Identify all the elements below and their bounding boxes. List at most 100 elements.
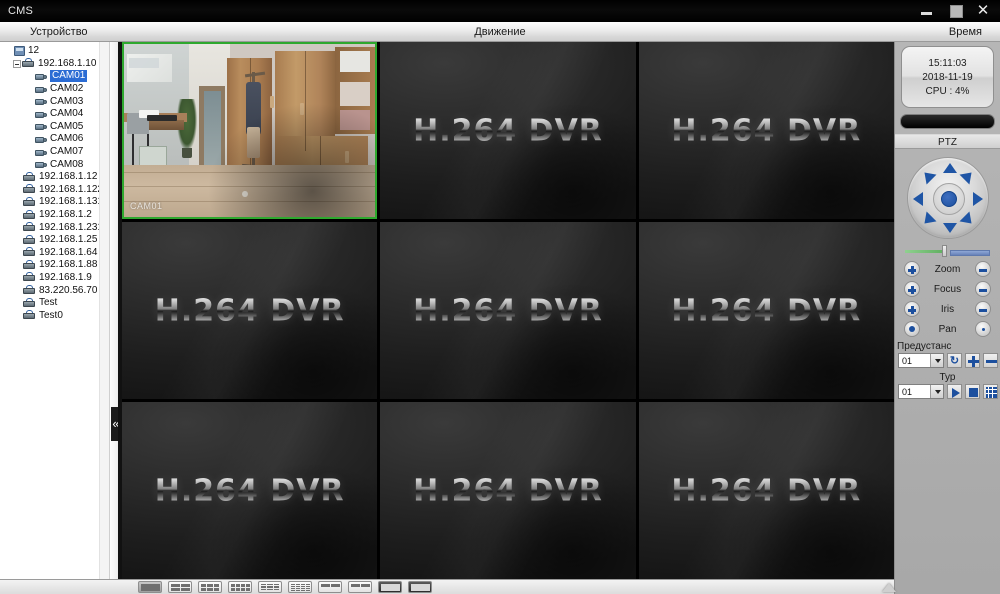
iris-open-button[interactable] <box>904 301 920 317</box>
video-cell-empty[interactable]: H.264 DVR <box>380 402 636 579</box>
video-cell-empty[interactable]: H.264 DVR <box>122 222 378 399</box>
tree-device-node[interactable]: 192.168.1.25 <box>2 234 109 247</box>
ptz-down-left-icon[interactable] <box>919 211 936 229</box>
layout-extra-button[interactable] <box>408 581 432 593</box>
dvr-icon <box>23 184 36 194</box>
tree-root-node[interactable]: 12 <box>2 45 109 58</box>
video-cell-empty[interactable]: H.264 DVR <box>638 222 894 399</box>
ptz-center-button[interactable] <box>940 191 957 207</box>
ptz-up-left-icon[interactable] <box>919 167 936 185</box>
preset-row: 01 ↻ <box>898 353 998 368</box>
menu-strip: Устройство Движение Время <box>0 22 1000 42</box>
tree-device-node[interactable]: 192.168.1.10 <box>2 58 109 71</box>
zoom-out-button[interactable] <box>975 261 991 277</box>
ptz-speed-track-right <box>950 250 990 256</box>
collapse-toggle-icon[interactable] <box>13 59 21 68</box>
tree-device-node[interactable]: Test0 <box>2 309 109 322</box>
ptz-zoom-row: Zoom <box>904 261 991 277</box>
layout-6-button[interactable] <box>198 581 222 593</box>
tree-device-node[interactable]: 192.168.1.9 <box>2 272 109 285</box>
tree-device-label: 192.168.1.64 <box>39 246 98 258</box>
ptz-down-right-icon[interactable] <box>959 211 976 229</box>
dvr-icon <box>23 247 36 257</box>
layout-1-button[interactable] <box>138 581 162 593</box>
camera-icon <box>35 72 47 81</box>
start-tour-button[interactable] <box>947 384 962 399</box>
tree-camera-node[interactable]: CAM06 <box>2 133 109 146</box>
add-preset-button[interactable] <box>965 353 980 368</box>
pan-stop-button[interactable] <box>974 321 991 337</box>
tree-camera-node[interactable]: CAM01 <box>2 70 109 83</box>
tab-motion[interactable]: Движение <box>0 22 1000 42</box>
stop-tour-button[interactable] <box>965 384 980 399</box>
dvr-icon <box>23 259 36 270</box>
live-video-scene <box>124 44 376 217</box>
ptz-down-icon[interactable] <box>942 223 957 233</box>
refresh-icon: ↻ <box>949 355 960 367</box>
close-icon[interactable]: ✕ <box>976 3 990 18</box>
tree-device-node[interactable]: 192.168.1.231 <box>2 221 109 234</box>
sidebar-scrollbar[interactable] <box>99 42 109 594</box>
ptz-joystick[interactable] <box>906 157 989 239</box>
tree-device-node[interactable]: 192.168.1.88 <box>2 259 109 272</box>
iris-close-button[interactable] <box>975 301 991 317</box>
tree-device-node[interactable]: 192.168.1.122 <box>2 184 109 197</box>
video-cell-empty[interactable]: H.264 DVR <box>380 222 636 399</box>
video-grid[interactable]: CAM01 H.264 DVR H.264 DVR H.264 DVR H.264 DV… <box>122 42 894 579</box>
focus-out-button[interactable] <box>974 281 991 297</box>
tree-camera-label: CAM02 <box>50 83 84 95</box>
tour-section-label: Тур <box>939 372 956 383</box>
device-tree[interactable]: 12 192.168.1.10 CAM01 CAM02 CAM03 CAM04 CAM05 C… <box>0 42 109 322</box>
camera-icon <box>35 148 47 157</box>
tree-device-node[interactable]: 192.168.1.131 <box>2 196 109 209</box>
video-cell-empty[interactable]: H.264 DVR <box>380 42 636 219</box>
dvr-icon <box>23 222 36 232</box>
preset-select[interactable]: 01 <box>898 353 944 368</box>
tree-camera-node[interactable]: CAM02 <box>2 83 109 96</box>
ptz-speed-thumb[interactable] <box>942 245 948 257</box>
layout-9-button[interactable] <box>258 581 282 593</box>
device-tree-sidebar[interactable]: 12 192.168.1.10 CAM01 CAM02 CAM03 CAM04 CAM05 C… <box>0 42 110 594</box>
focus-in-button[interactable] <box>904 281 920 297</box>
ptz-up-icon[interactable] <box>942 163 957 173</box>
layout-full-button[interactable] <box>378 581 402 593</box>
tree-device-node[interactable]: 83.220.56.70 <box>2 284 109 297</box>
layout-toolbar[interactable] <box>122 579 894 594</box>
tree-device-node[interactable]: 192.168.1.64 <box>2 247 109 260</box>
video-cell-empty[interactable]: H.264 DVR <box>638 42 894 219</box>
pan-start-button[interactable] <box>904 321 920 337</box>
tree-camera-node[interactable]: CAM07 <box>2 146 109 159</box>
tree-camera-node[interactable]: CAM03 <box>2 95 109 108</box>
layout-wide-1-button[interactable] <box>318 581 342 593</box>
maximize-button[interactable] <box>948 4 963 18</box>
minimize-button[interactable] <box>920 4 934 18</box>
ptz-left-icon[interactable] <box>912 192 923 206</box>
tree-camera-node[interactable]: CAM08 <box>2 158 109 171</box>
tree-device-node[interactable]: Test <box>2 297 109 310</box>
layout-8-button[interactable] <box>228 581 252 593</box>
layout-wide-2-button[interactable] <box>348 581 372 593</box>
goto-preset-button[interactable]: ↻ <box>947 353 962 368</box>
tree-device-node[interactable]: 192.168.1.2 <box>2 209 109 222</box>
tree-device-node[interactable]: 192.168.1.12 <box>2 171 109 184</box>
video-cell-empty[interactable]: H.264 DVR <box>122 402 378 579</box>
ptz-right-icon[interactable] <box>972 192 983 206</box>
zoom-in-button[interactable] <box>904 261 920 277</box>
layout-4-button[interactable] <box>168 581 192 593</box>
tab-time[interactable]: Время <box>949 22 982 42</box>
delete-preset-button[interactable] <box>983 353 998 368</box>
video-cell-empty[interactable]: H.264 DVR <box>638 402 894 579</box>
tour-select[interactable]: 01 <box>898 384 944 399</box>
ptz-up-right-icon[interactable] <box>959 167 976 185</box>
expand-panel-icon[interactable] <box>880 580 898 594</box>
chevron-down-icon[interactable] <box>930 385 943 398</box>
video-cell-live[interactable]: CAM01 <box>122 42 378 219</box>
chevron-down-icon[interactable] <box>930 354 943 367</box>
dvr-placeholder-text: H.264 DVR <box>639 473 894 508</box>
tour-settings-button[interactable] <box>983 384 998 399</box>
tree-device-label: Test0 <box>39 309 63 321</box>
ptz-speed-slider[interactable] <box>905 245 990 257</box>
tree-camera-node[interactable]: CAM05 <box>2 121 109 134</box>
layout-16-button[interactable] <box>288 581 312 593</box>
tree-camera-node[interactable]: CAM04 <box>2 108 109 121</box>
